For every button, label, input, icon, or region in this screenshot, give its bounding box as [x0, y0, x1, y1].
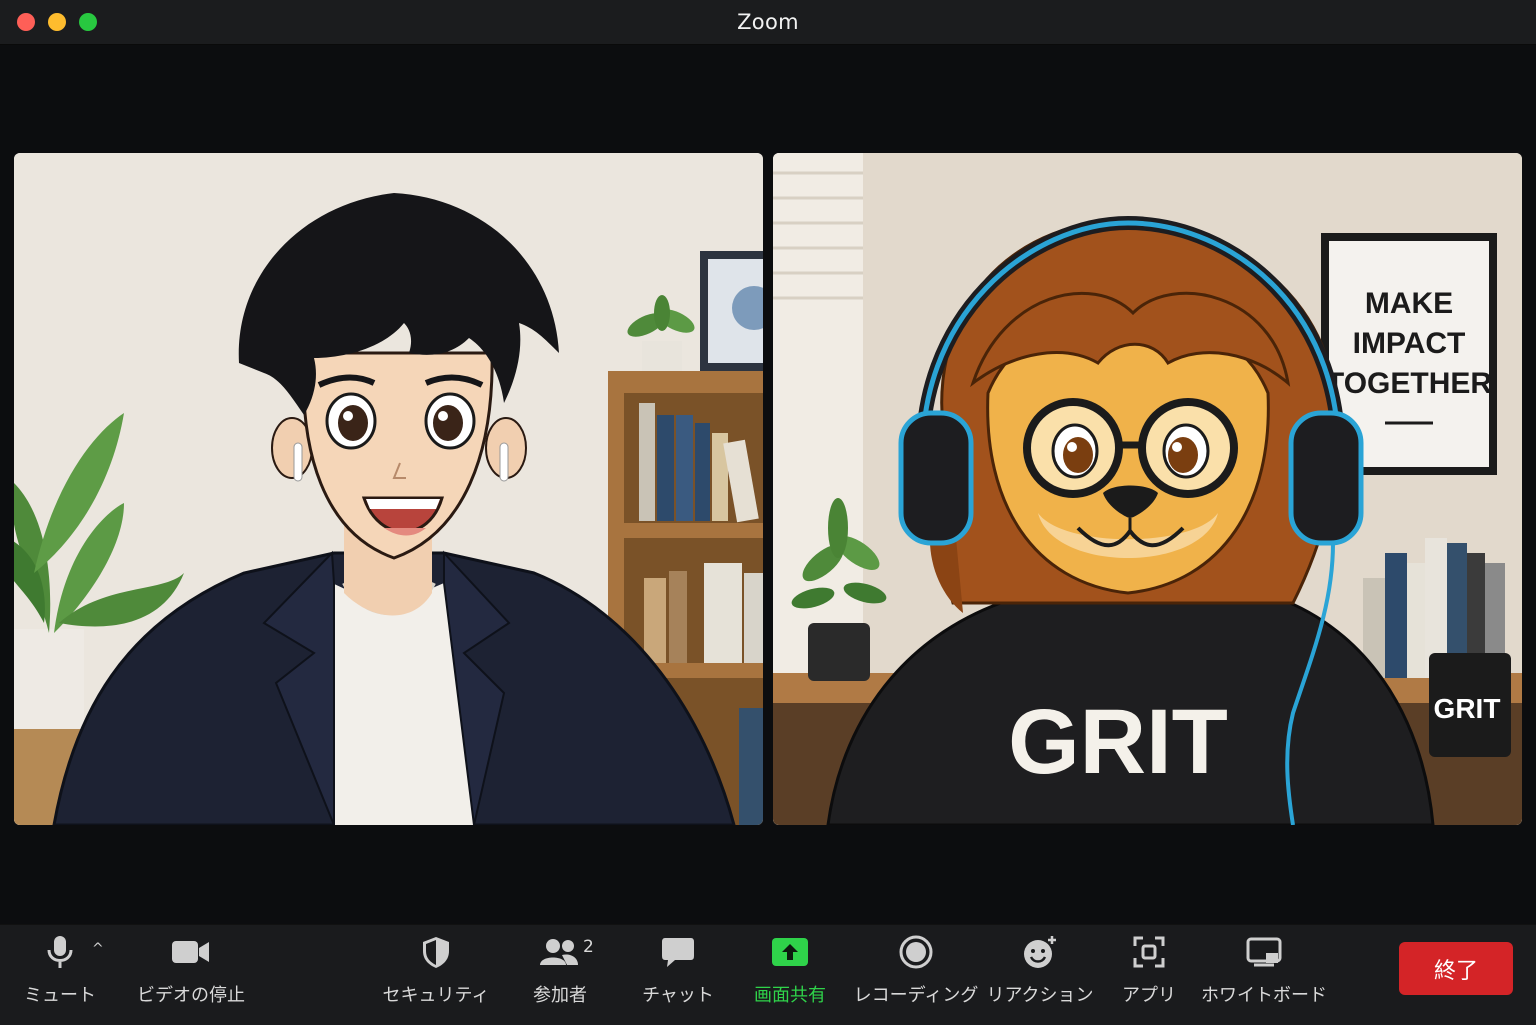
share-label: 画面共有 — [754, 985, 826, 1006]
mute-options-caret[interactable]: ^ — [92, 941, 104, 957]
security-button[interactable]: セキュリティ — [382, 925, 490, 1025]
participant-avatar-left — [14, 153, 763, 825]
apps-icon — [1133, 935, 1165, 969]
poster-line-3: TOGETHER — [1326, 367, 1492, 400]
record-circle-icon — [899, 935, 933, 969]
record-button[interactable]: レコーディング — [853, 925, 979, 1025]
smiley-plus-icon — [1022, 935, 1058, 969]
apps-button[interactable]: アプリ — [1114, 925, 1184, 1025]
people-icon — [540, 935, 580, 969]
microphone-icon — [45, 935, 75, 969]
shirt-text: GRIT — [1008, 691, 1228, 793]
share-screen-button[interactable]: 画面共有 — [750, 925, 830, 1025]
participant-video-left[interactable] — [14, 153, 763, 825]
speech-bubble-icon — [661, 935, 695, 969]
whiteboard-label: ホワイトボード — [1201, 985, 1327, 1006]
mute-button[interactable]: ミュート — [20, 925, 100, 1025]
video-camera-icon — [171, 935, 211, 969]
whiteboard-icon — [1246, 935, 1282, 969]
chat-label: チャット — [642, 985, 714, 1006]
participant-avatar-right: MAKE IMPACT TOGETHER GRIT GRIT — [773, 153, 1522, 825]
poster-line-1: MAKE — [1365, 287, 1453, 320]
security-label: セキュリティ — [382, 985, 490, 1006]
reactions-button[interactable]: リアクション — [986, 925, 1094, 1025]
poster-line-2: IMPACT — [1353, 327, 1466, 360]
shield-icon — [421, 935, 451, 969]
meeting-toolbar: ミュート ^ ビデオの停止 セキュリティ 参加者 2 チャット 画面共有 レコー… — [0, 924, 1536, 1025]
participant-video-right[interactable]: MAKE IMPACT TOGETHER GRIT GRIT — [773, 153, 1522, 825]
end-meeting-button[interactable]: 終了 — [1399, 942, 1513, 995]
apps-label: アプリ — [1122, 985, 1176, 1006]
record-label: レコーディング — [853, 985, 979, 1006]
participants-label: 参加者 — [533, 985, 587, 1006]
mug-text: GRIT — [1434, 693, 1501, 724]
title-bar: Zoom — [0, 0, 1536, 45]
video-label: ビデオの停止 — [137, 985, 245, 1006]
reactions-label: リアクション — [986, 985, 1094, 1006]
window-title: Zoom — [737, 10, 799, 34]
stop-video-button[interactable]: ビデオの停止 — [136, 925, 246, 1025]
chat-button[interactable]: チャット — [638, 925, 718, 1025]
mute-label: ミュート — [24, 985, 96, 1006]
share-screen-arrow-icon — [771, 935, 809, 969]
whiteboard-button[interactable]: ホワイトボード — [1201, 925, 1327, 1025]
participants-count: 2 — [583, 937, 594, 957]
